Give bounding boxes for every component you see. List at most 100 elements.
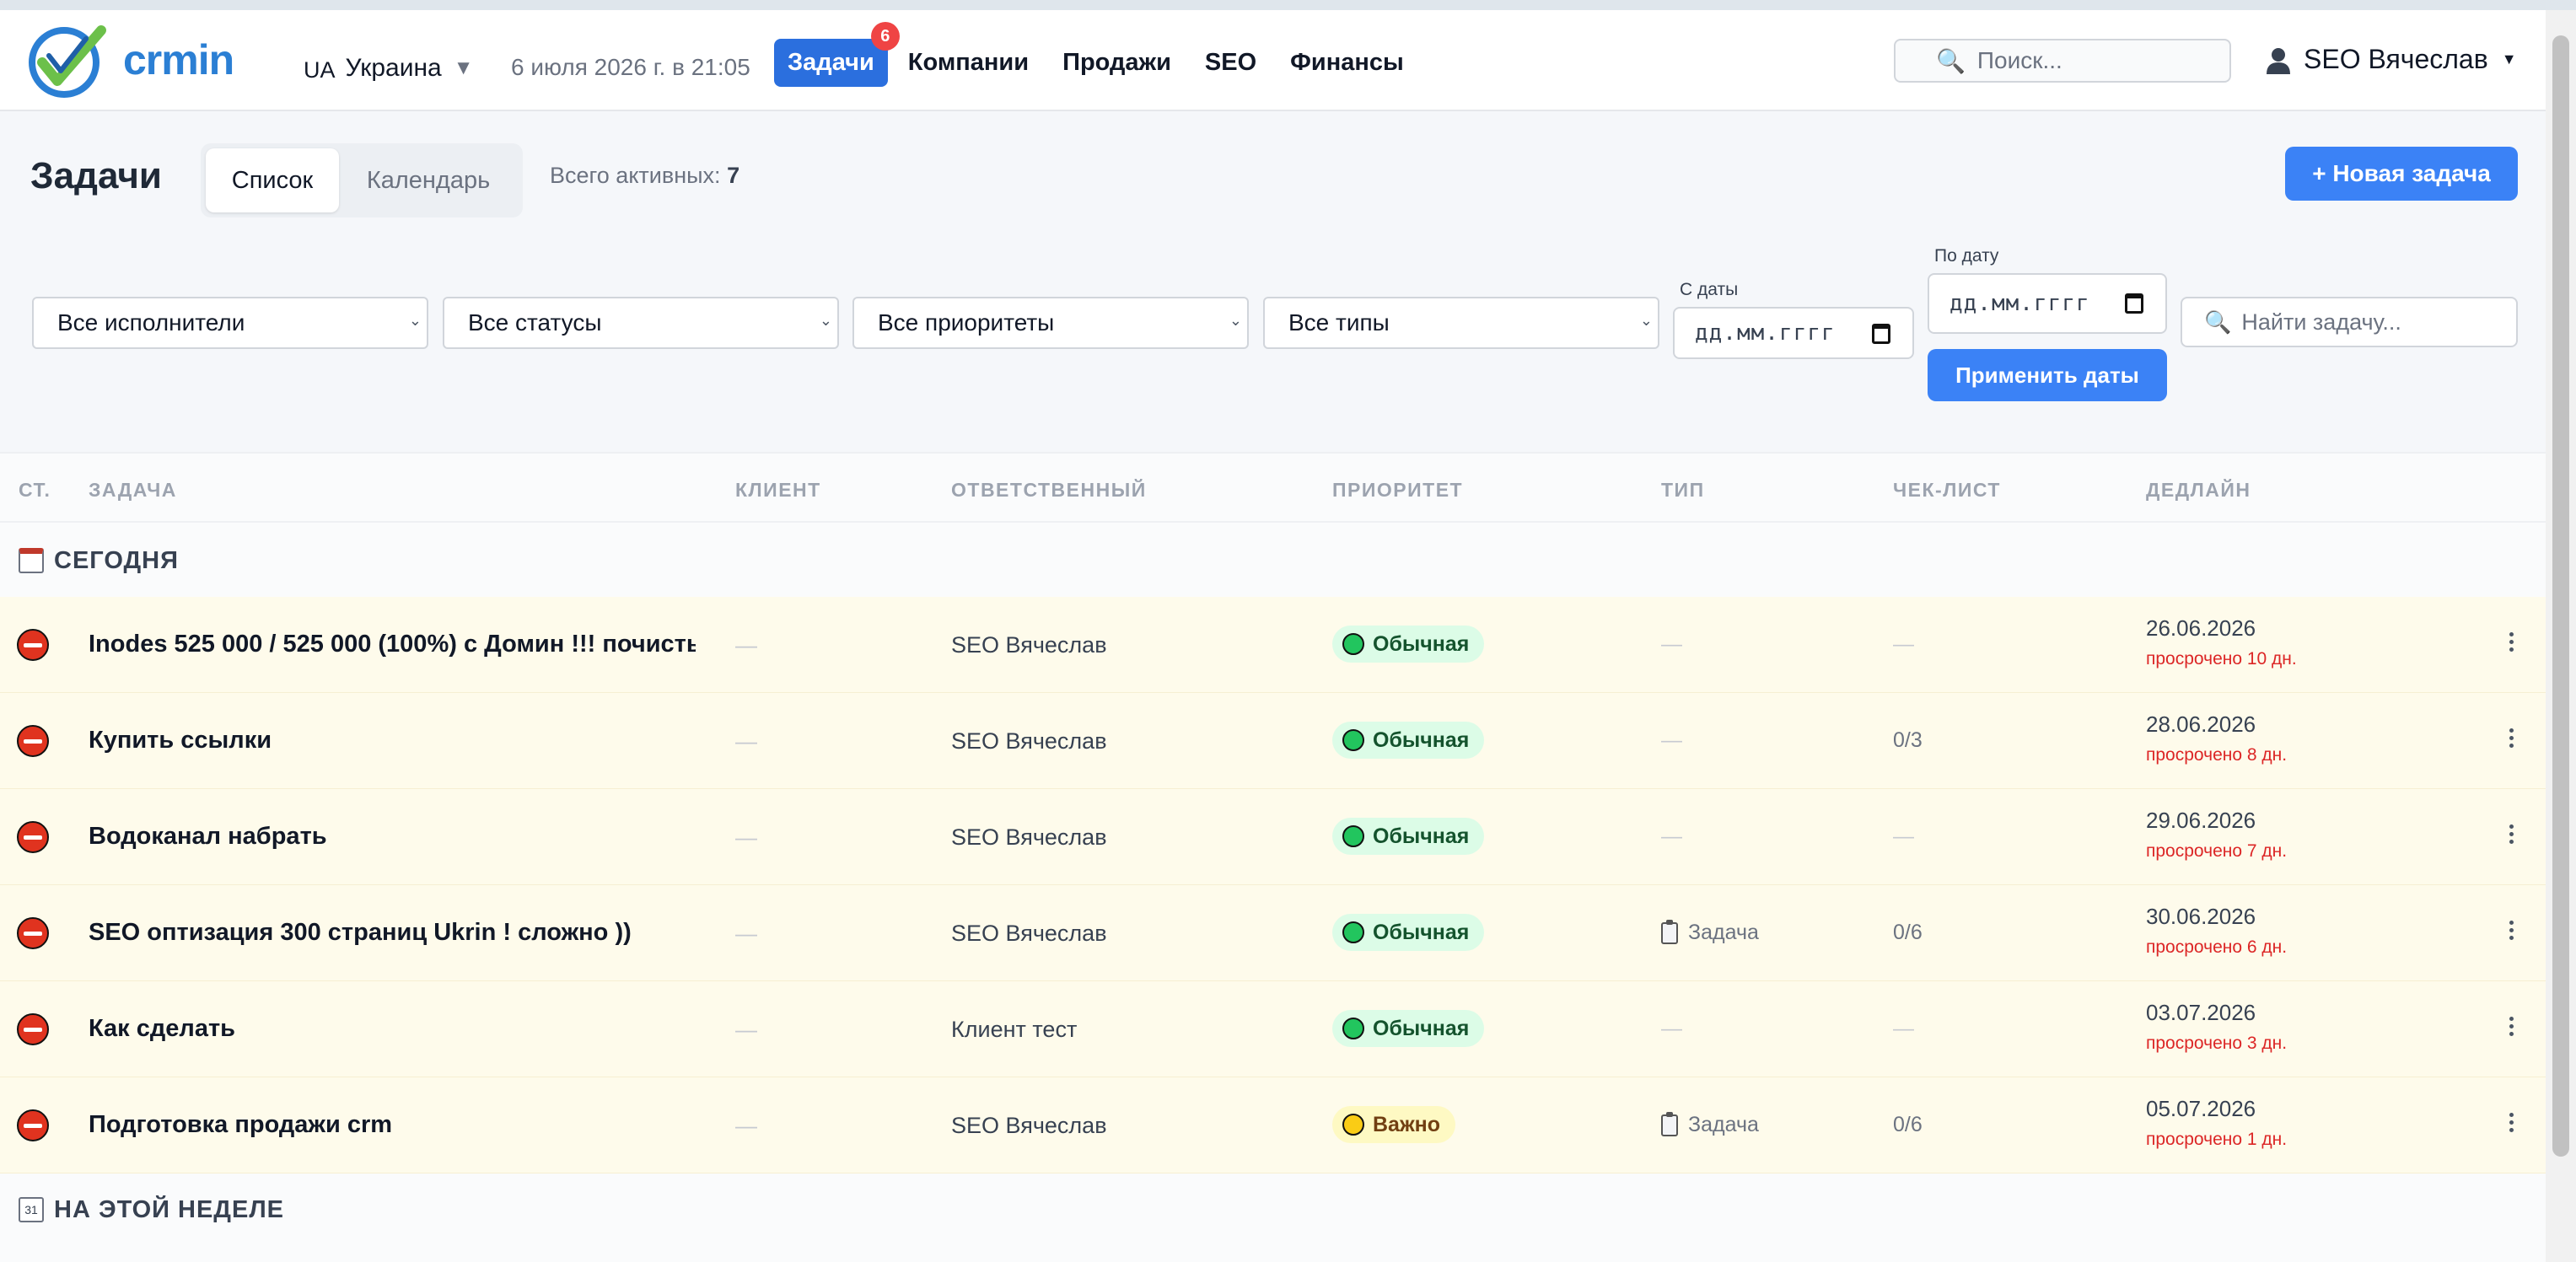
more-actions-icon[interactable] [2501, 909, 2521, 951]
priority-label: Обычная [1373, 728, 1470, 752]
group-today[interactable]: СЕГОДНЯ [0, 524, 2546, 597]
task-deadline: 03.07.2026 [2146, 1000, 2256, 1025]
col-deadline[interactable]: ДЕДЛАЙН [2146, 479, 2251, 502]
task-type: — [1661, 1017, 1682, 1040]
status-blocked-icon[interactable] [17, 821, 49, 853]
status-blocked-icon[interactable] [17, 1109, 49, 1141]
task-title[interactable]: Inodes 525 000 / 525 000 (100%) с Домин … [89, 631, 696, 658]
status-blocked-icon[interactable] [17, 1013, 49, 1045]
scrollbar[interactable] [2546, 10, 2576, 1262]
assignee-filter[interactable]: Все исполнители ⌄ [32, 297, 428, 349]
more-actions-icon[interactable] [2501, 1005, 2521, 1047]
col-priority[interactable]: ПРИОРИТЕТ [1332, 479, 1463, 502]
type-filter-value: Все типы [1288, 309, 1390, 336]
table-row[interactable]: Купить ссылки — SEO Вячеслав Обычная — 0… [0, 693, 2546, 789]
task-client: — [735, 824, 757, 850]
task-client: — [735, 921, 757, 946]
nav-tasks-label: Задачи [788, 49, 874, 76]
task-client: — [735, 1017, 757, 1042]
status-blocked-icon[interactable] [17, 629, 49, 661]
nav-sales[interactable]: Продажи [1049, 39, 1185, 87]
more-actions-icon[interactable] [2501, 1101, 2521, 1143]
task-overdue: просрочено 3 дн. [2146, 1034, 2288, 1053]
date-to-placeholder: дд.мм.гггг [1949, 291, 2090, 316]
task-title[interactable]: Водоканал набрать [89, 823, 327, 851]
task-deadline: 29.06.2026 [2146, 808, 2256, 833]
page-title: Задачи [30, 155, 162, 196]
col-status[interactable]: СТ. [19, 479, 51, 502]
priority-badge: Обычная [1332, 818, 1485, 855]
table-row[interactable]: Как сделать — Клиент тест Обычная — — 03… [0, 981, 2546, 1077]
logo[interactable]: crmin [24, 22, 234, 98]
col-owner[interactable]: ОТВЕТСТВЕННЫЙ [951, 479, 1147, 502]
tab-list[interactable]: Список [206, 148, 339, 212]
task-type: — [1661, 728, 1682, 752]
task-title[interactable]: Купить ссылки [89, 727, 272, 755]
col-type[interactable]: ТИП [1661, 479, 1705, 502]
nav-seo[interactable]: SEO [1191, 39, 1270, 87]
task-deadline: 30.06.2026 [2146, 904, 2256, 929]
col-client[interactable]: КЛИЕНТ [735, 479, 821, 502]
user-menu[interactable]: SEO Вячеслав ▼ [2265, 44, 2517, 75]
global-search-input[interactable]: 🔍 Поиск... [1894, 39, 2231, 83]
table-row[interactable]: Inodes 525 000 / 525 000 (100%) с Домин … [0, 597, 2546, 693]
priority-badge: Обычная [1332, 626, 1485, 663]
task-search-placeholder: Найти задачу... [2241, 309, 2401, 335]
region-selector[interactable]: UA Украина ▼ [304, 52, 474, 83]
task-title[interactable]: Подготовка продажи crm [89, 1111, 392, 1139]
apply-dates-button[interactable]: Применить даты [1928, 349, 2167, 401]
priority-label: Обычная [1373, 824, 1470, 848]
region-code: UA [304, 57, 336, 83]
nav-companies[interactable]: Компании [895, 39, 1042, 87]
type-filter[interactable]: Все типы ⌄ [1263, 297, 1659, 349]
table-row[interactable]: SEO оптизация 300 страниц Ukrin ! сложно… [0, 885, 2546, 981]
task-owner: SEO Вячеслав [951, 728, 1107, 754]
tasks-table: СТ. ЗАДАЧА КЛИЕНТ ОТВЕТСТВЕННЫЙ ПРИОРИТЕ… [0, 452, 2546, 1262]
task-search-input[interactable]: 🔍 Найти задачу... [2181, 297, 2518, 347]
user-avatar-icon [2265, 46, 2292, 74]
task-type: Задача [1661, 919, 1759, 945]
status-blocked-icon[interactable] [17, 725, 49, 757]
current-datetime: 6 июля 2026 г. в 21:05 [511, 54, 750, 80]
logo-text: crmin [123, 36, 234, 83]
task-deadline: 28.06.2026 [2146, 712, 2256, 737]
more-actions-icon[interactable] [2501, 717, 2521, 759]
logo-mark-icon [24, 22, 118, 98]
date-from-placeholder: дд.мм.гггг [1695, 320, 1836, 346]
priority-filter[interactable]: Все приоритеты ⌄ [852, 297, 1249, 349]
more-actions-icon[interactable] [2501, 813, 2521, 855]
task-type: Задача [1661, 1111, 1759, 1137]
table-row[interactable]: Водоканал набрать — SEO Вячеслав Обычная… [0, 789, 2546, 885]
task-owner: SEO Вячеслав [951, 1113, 1107, 1138]
new-task-button[interactable]: + Новая задача [2285, 147, 2518, 201]
status-filter[interactable]: Все статусы ⌄ [443, 297, 839, 349]
tab-calendar[interactable]: Календарь [339, 148, 518, 212]
group-this-week[interactable]: 31 НА ЭТОЙ НЕДЕЛЕ [0, 1173, 2546, 1246]
task-owner: SEO Вячеслав [951, 824, 1107, 850]
nav-tasks[interactable]: Задачи 6 [774, 22, 900, 87]
date-to-input[interactable]: дд.мм.гггг [1928, 273, 2167, 334]
task-overdue: просрочено 10 дн. [2146, 649, 2297, 669]
clipboard-icon [1661, 919, 1678, 944]
chevron-down-icon: ⌄ [1639, 312, 1653, 329]
task-title[interactable]: Как сделать [89, 1015, 235, 1043]
more-actions-icon[interactable] [2501, 620, 2521, 663]
task-checklist: 0/6 [1893, 1113, 1923, 1136]
col-checklist[interactable]: ЧЕК-ЛИСТ [1893, 479, 2001, 502]
task-title[interactable]: SEO оптизация 300 страниц Ukrin ! сложно… [89, 919, 632, 947]
total-active-count: 7 [727, 163, 740, 188]
task-checklist: — [1893, 824, 1914, 848]
task-type-label: Задача [1688, 1113, 1759, 1136]
date-from-input[interactable]: дд.мм.гггг [1673, 307, 1914, 359]
priority-dot-icon [1342, 921, 1364, 943]
col-task[interactable]: ЗАДАЧА [89, 479, 177, 502]
nav-finance[interactable]: Финансы [1277, 39, 1417, 87]
task-deadline: 26.06.2026 [2146, 615, 2256, 641]
status-blocked-icon[interactable] [17, 917, 49, 949]
search-icon: 🔍 [2204, 309, 2232, 335]
task-overdue: просрочено 6 дн. [2146, 937, 2288, 957]
priority-label: Обычная [1373, 631, 1470, 656]
scrollbar-thumb[interactable] [2552, 35, 2569, 1157]
table-row[interactable]: Подготовка продажи crm — SEO Вячеслав Ва… [0, 1077, 2546, 1173]
priority-label: Важно [1373, 1112, 1441, 1136]
